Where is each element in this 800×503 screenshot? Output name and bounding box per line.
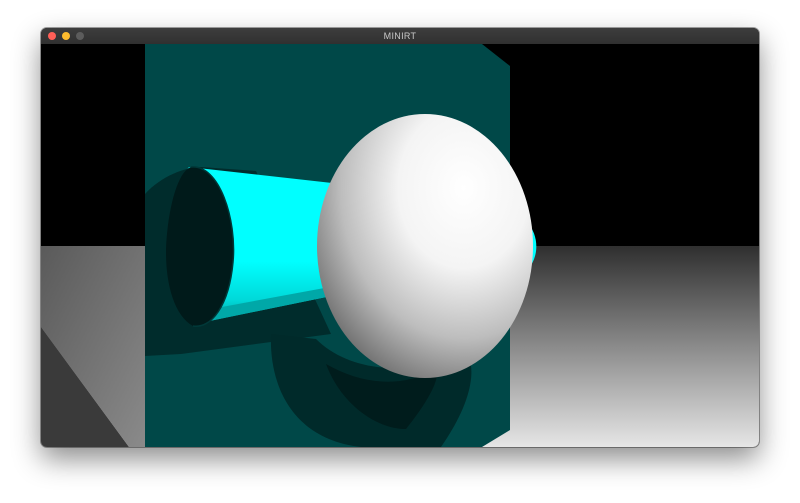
sphere bbox=[317, 114, 533, 378]
titlebar[interactable]: MINIRT bbox=[41, 28, 759, 45]
window-title: MINIRT bbox=[383, 31, 417, 41]
app-window: MINIRT bbox=[41, 28, 759, 447]
render-canvas bbox=[41, 44, 759, 447]
raytrace-scene bbox=[41, 44, 759, 447]
